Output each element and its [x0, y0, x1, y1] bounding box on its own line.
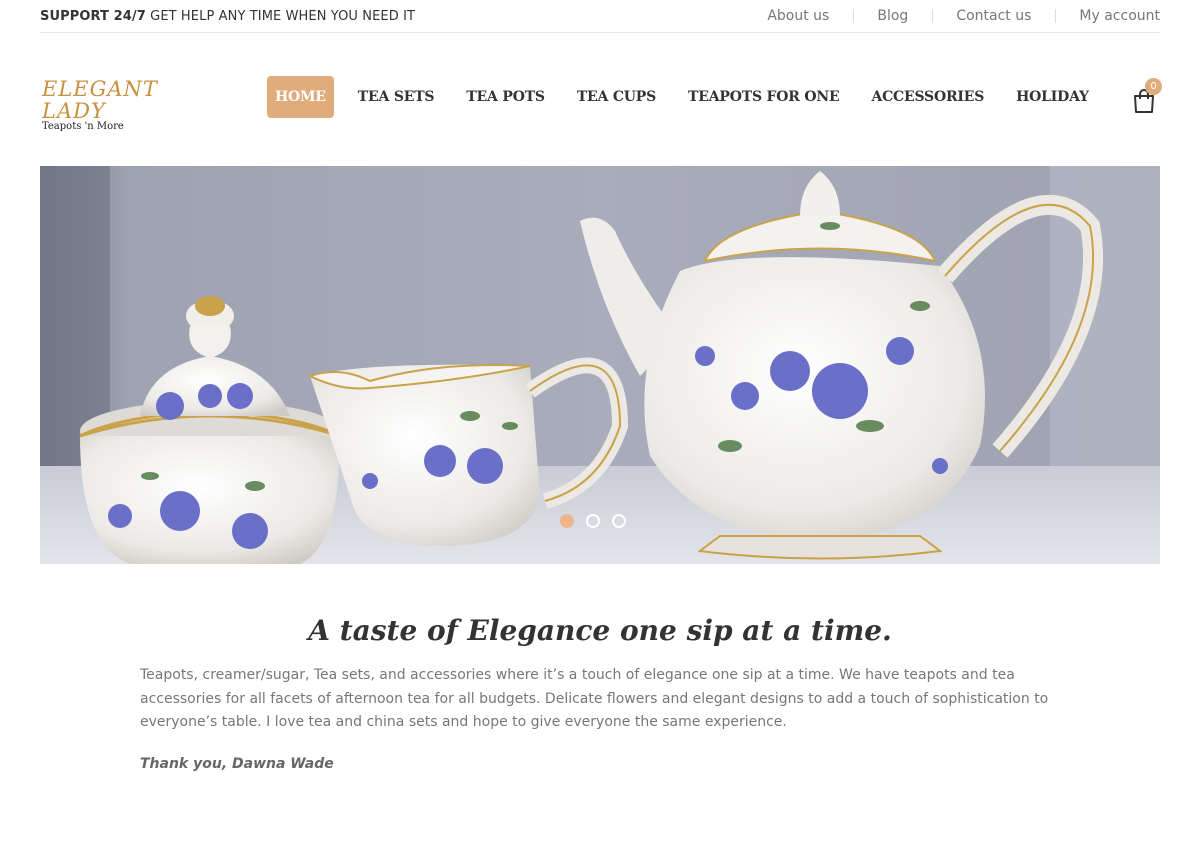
nav-home[interactable]: HOME	[267, 76, 334, 118]
intro-paragraph: Teapots, creamer/sugar, Tea sets, and ac…	[140, 667, 1049, 730]
my-account-link[interactable]: My account	[1056, 8, 1160, 24]
nav-teapots-for-one[interactable]: TEAPOTS FOR ONE	[672, 76, 855, 118]
slide-dot-3[interactable]	[612, 514, 626, 528]
logo-title: ELEGANT LADY	[42, 77, 158, 123]
main-navigation: HOME TEA SETS TEA POTS TEA CUPS TEAPOTS …	[267, 76, 1105, 118]
top-bar: SUPPORT 24/7 GET HELP ANY TIME WHEN YOU …	[40, 0, 1160, 33]
cart-count-badge: 0	[1145, 78, 1162, 95]
support-message: GET HELP ANY TIME WHEN YOU NEED IT	[150, 8, 416, 24]
logo-subtitle: Teapots 'n More	[42, 121, 124, 132]
nav-tea-pots[interactable]: TEA POTS	[450, 76, 560, 118]
slider-pagination	[560, 514, 626, 528]
top-links: About us Blog Contact us My account	[744, 0, 1160, 32]
slide-dot-2[interactable]	[586, 514, 600, 528]
nav-holiday[interactable]: HOLIDAY	[1000, 76, 1105, 118]
site-logo[interactable]: ELEGANT LADY Teapots 'n More	[42, 78, 212, 132]
support-label: SUPPORT 24/7	[40, 8, 146, 24]
nav-tea-sets[interactable]: TEA SETS	[342, 76, 451, 118]
hero-image	[40, 166, 1160, 564]
slide-dot-1[interactable]	[560, 514, 574, 528]
signature: Thank you, Dawna Wade	[140, 756, 334, 772]
nav-tea-cups[interactable]: TEA CUPS	[561, 76, 672, 118]
contact-us-link[interactable]: Contact us	[933, 8, 1031, 24]
intro-headline: A taste of Elegance one sip at a time.	[308, 614, 892, 647]
cart-button[interactable]: 0	[1132, 78, 1162, 114]
about-us-link[interactable]: About us	[744, 8, 829, 24]
blog-link[interactable]: Blog	[854, 8, 908, 24]
nav-accessories[interactable]: ACCESSORIES	[855, 76, 1000, 118]
hero-slider[interactable]	[40, 166, 1160, 564]
support-text: SUPPORT 24/7 GET HELP ANY TIME WHEN YOU …	[40, 9, 415, 24]
